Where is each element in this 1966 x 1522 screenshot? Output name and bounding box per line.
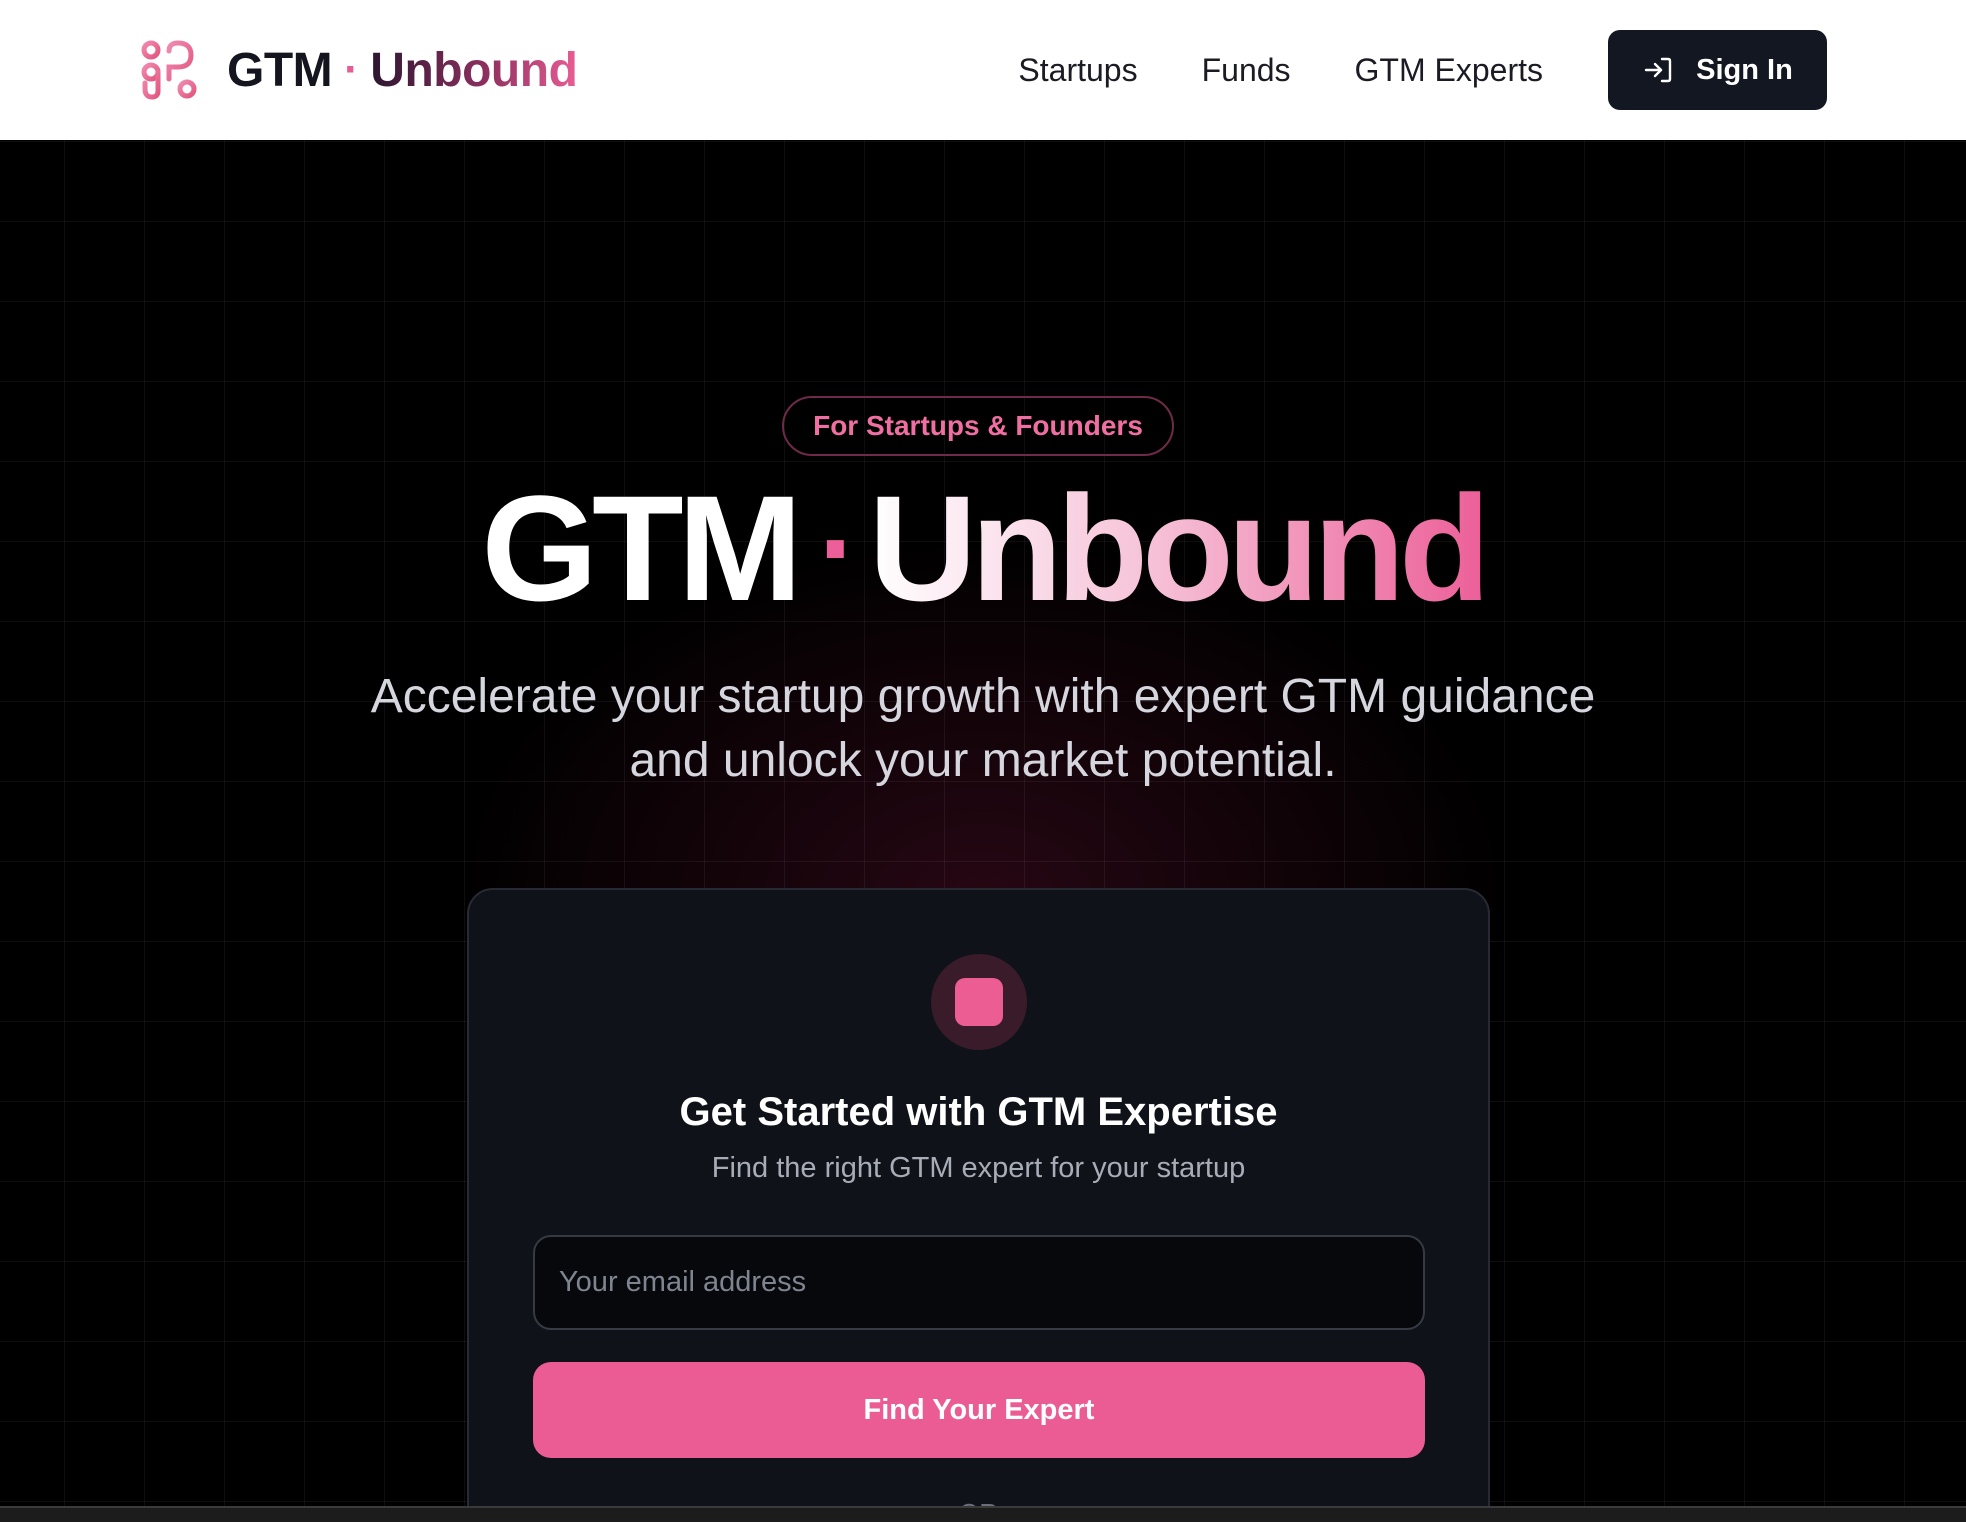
hero-tagline-line-1: Accelerate your startup growth with expe…: [370, 670, 1596, 723]
sign-in-label: Sign In: [1696, 53, 1793, 86]
top-header: GTM · Unbound Startups Funds GTM Experts…: [0, 0, 1966, 140]
brand-gtm: GTM: [227, 43, 333, 97]
nav-funds[interactable]: Funds: [1202, 52, 1291, 89]
signup-card: Get Started with GTM Expertise Find the …: [467, 888, 1490, 1506]
window-bottom-edge: [0, 1506, 1966, 1522]
sign-in-button[interactable]: Sign In: [1608, 30, 1827, 110]
card-title: Get Started with GTM Expertise: [679, 1090, 1278, 1134]
hero-title-dot: ·: [818, 481, 859, 615]
brand-unbound: Unbound: [370, 43, 578, 97]
pretzel-logo-icon: [141, 40, 197, 100]
nav-startups[interactable]: Startups: [1018, 52, 1137, 89]
brand-wordmark: GTM · Unbound: [227, 43, 578, 98]
card-badge-icon: [931, 954, 1027, 1050]
hero-title: GTM · Unbound: [0, 458, 1966, 638]
card-badge-square: [955, 978, 1003, 1026]
brand-link[interactable]: GTM · Unbound: [139, 39, 578, 101]
hero-tagline-line-2: and unlock your market potential.: [629, 734, 1337, 787]
main-nav: Startups Funds GTM Experts Sign In: [1018, 30, 1827, 110]
hero-title-gtm: GTM: [481, 464, 802, 632]
audience-pill: For Startups & Founders: [782, 396, 1174, 456]
card-subtitle: Find the right GTM expert for your start…: [711, 1152, 1246, 1184]
brand-dot: ·: [344, 45, 359, 94]
nav-gtm-experts[interactable]: GTM Experts: [1355, 52, 1543, 89]
hero-tagline: Accelerate your startup growth with expe…: [283, 665, 1683, 793]
email-input[interactable]: [533, 1235, 1425, 1330]
find-expert-button[interactable]: Find Your Expert: [533, 1362, 1425, 1458]
hero-title-unbound: Unbound: [869, 458, 1491, 638]
hero-section: For Startups & Founders GTM · Unbound Ac…: [0, 140, 1966, 1506]
sign-in-icon: [1644, 57, 1672, 83]
or-divider: OR: [469, 1498, 1488, 1506]
